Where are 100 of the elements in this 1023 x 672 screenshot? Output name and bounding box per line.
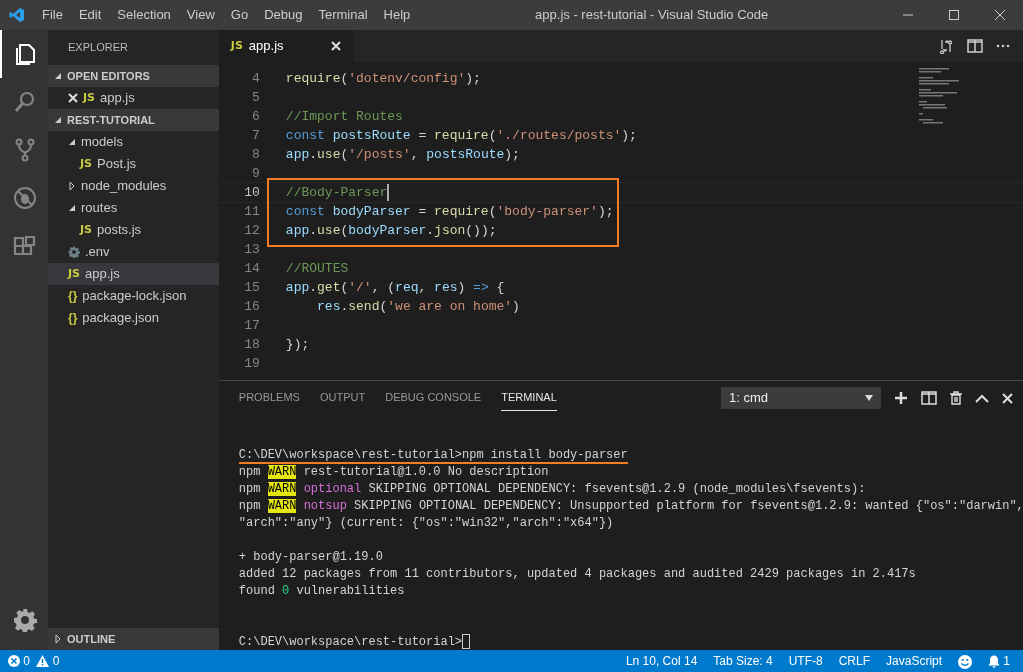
line-number: 17 (243, 317, 261, 335)
plus-icon[interactable] (894, 391, 908, 405)
tree-item[interactable]: {} package-lock.json (48, 285, 219, 307)
close-icon[interactable] (330, 41, 341, 51)
file-name: posts.js (97, 221, 142, 240)
trash-icon[interactable] (950, 391, 962, 405)
section-header[interactable]: OPEN EDITORS (48, 65, 219, 87)
code-line: const postsRoute = require('./routes/posts'); (285, 127, 637, 145)
more-icon[interactable] (996, 44, 1010, 48)
tree-item[interactable]: JS Post.js (48, 153, 219, 175)
collapsed-icon[interactable] (54, 635, 62, 643)
tree-item[interactable]: JS posts.js (48, 219, 219, 241)
status-item[interactable]: Tab Size: 4 (705, 652, 781, 670)
file-name: Post.js (97, 155, 137, 174)
gear-icon (68, 246, 80, 258)
menu-item[interactable]: Debug (256, 0, 311, 30)
smiley-icon[interactable] (958, 654, 973, 669)
window-title: app.js - rest-tutorial - Visual Studio Code (535, 7, 769, 23)
file-name: package.json (82, 309, 159, 328)
menu-item[interactable]: Help (375, 0, 419, 30)
json-icon: {} (68, 309, 78, 327)
js-icon: JS (80, 221, 92, 239)
dropdown-icon (865, 395, 873, 401)
expanded-icon[interactable] (54, 72, 62, 80)
code-line: require('dotenv/config'); (285, 70, 481, 88)
close-icon[interactable] (1002, 392, 1013, 404)
line-number: 19 (243, 355, 261, 373)
line-number: 4 (251, 70, 261, 88)
code-line: app.get('/', (req, res) => { (285, 279, 505, 297)
terminal-line: "arch":"any"} (current: {"os":"win32","arch":"x64"}) (238, 515, 614, 532)
menu-item[interactable]: View (178, 0, 223, 30)
close-icon[interactable] (68, 93, 78, 103)
code-line: //Import Routes (285, 108, 403, 126)
js-icon: JS (230, 37, 243, 55)
panel-tab[interactable]: PROBLEMS (238, 385, 300, 411)
expanded-icon[interactable] (68, 204, 76, 212)
folder-tree-item[interactable]: models (48, 131, 219, 153)
warning-count[interactable]: 0 (52, 652, 60, 670)
notification-count[interactable]: 1 (1003, 652, 1010, 670)
code-line: }); (285, 336, 310, 354)
status-item[interactable]: Ln 10, Col 14 (617, 652, 706, 670)
line-number: 7 (251, 127, 261, 145)
compare-icon[interactable] (938, 38, 954, 54)
menu-item[interactable]: Go (222, 0, 257, 30)
chevron-up-icon[interactable] (975, 393, 989, 403)
file-name: routes (81, 199, 118, 218)
line-number: 9 (251, 165, 261, 183)
terminal-line: C:\DEV\workspace\rest-tutorial> (238, 634, 463, 651)
split-terminal-icon[interactable] (921, 391, 937, 405)
folder-tree-item[interactable]: routes (48, 197, 219, 219)
menu-item[interactable]: Selection (109, 0, 179, 30)
line-number: 6 (251, 108, 261, 126)
status-item[interactable]: JavaScript (878, 652, 951, 670)
panel-tab[interactable]: TERMINAL (501, 385, 557, 411)
expanded-icon[interactable] (68, 138, 76, 146)
line-number: 16 (243, 298, 261, 316)
js-icon: JS (68, 265, 80, 283)
sidebar-title: EXPLORER (67, 40, 129, 55)
section-title: OPEN EDITORS (67, 69, 150, 84)
collapsed-icon[interactable] (68, 182, 76, 190)
text-cursor (387, 184, 390, 201)
tree-item[interactable]: .env (48, 241, 219, 263)
code-line: const bodyParser = require('body-parser'); (285, 203, 614, 221)
terminal-select[interactable]: 1: cmd (721, 387, 881, 409)
file-name: app.js (85, 265, 120, 284)
tree-item[interactable]: JS app.js (48, 87, 219, 109)
code-line: //Body-Parser (285, 184, 388, 202)
section-title: REST-TUTORIAL (67, 113, 155, 128)
line-number: 11 (243, 203, 261, 221)
tree-item[interactable]: JS app.js (48, 263, 219, 285)
section-header[interactable]: OUTLINE (48, 628, 219, 650)
menu-item[interactable]: Terminal (310, 0, 376, 30)
menu-item[interactable]: File (34, 0, 71, 30)
status-item[interactable]: UTF-8 (780, 652, 831, 670)
line-number: 18 (243, 336, 261, 354)
line-number: 15 (243, 279, 261, 297)
panel-tab[interactable]: DEBUG CONSOLE (385, 385, 482, 411)
bell-icon (988, 654, 1001, 668)
status-item[interactable]: CRLF (830, 652, 879, 670)
terminal-line: + body-parser@1.19.0 (238, 549, 383, 566)
file-name: node_modules (81, 177, 167, 196)
line-number: 8 (251, 146, 261, 164)
editor-tab[interactable]: JS app.js (218, 30, 354, 62)
menu-item[interactable]: Edit (70, 0, 110, 30)
terminal-line: C:\DEV\workspace\rest-tutorial>npm install body-parser (238, 447, 628, 464)
close-icon[interactable] (995, 10, 1005, 20)
code-line: app.use(bodyParser.json()); (285, 222, 497, 240)
tree-item[interactable]: {} package.json (48, 307, 219, 329)
file-name: package-lock.json (82, 287, 187, 306)
section-header[interactable]: REST-TUTORIAL (48, 109, 219, 131)
terminal-line: found 0 vulnerabilities (238, 583, 405, 600)
error-count[interactable]: 0 (23, 652, 30, 670)
app-logo-icon (9, 7, 25, 23)
line-number: 14 (243, 260, 261, 278)
maximize-icon[interactable] (949, 10, 959, 20)
expanded-icon[interactable] (54, 116, 62, 124)
line-number: 10 (243, 184, 261, 202)
folder-tree-item[interactable]: node_modules (48, 175, 219, 197)
split-editor-icon[interactable] (967, 39, 983, 53)
panel-tab[interactable]: OUTPUT (319, 385, 366, 411)
